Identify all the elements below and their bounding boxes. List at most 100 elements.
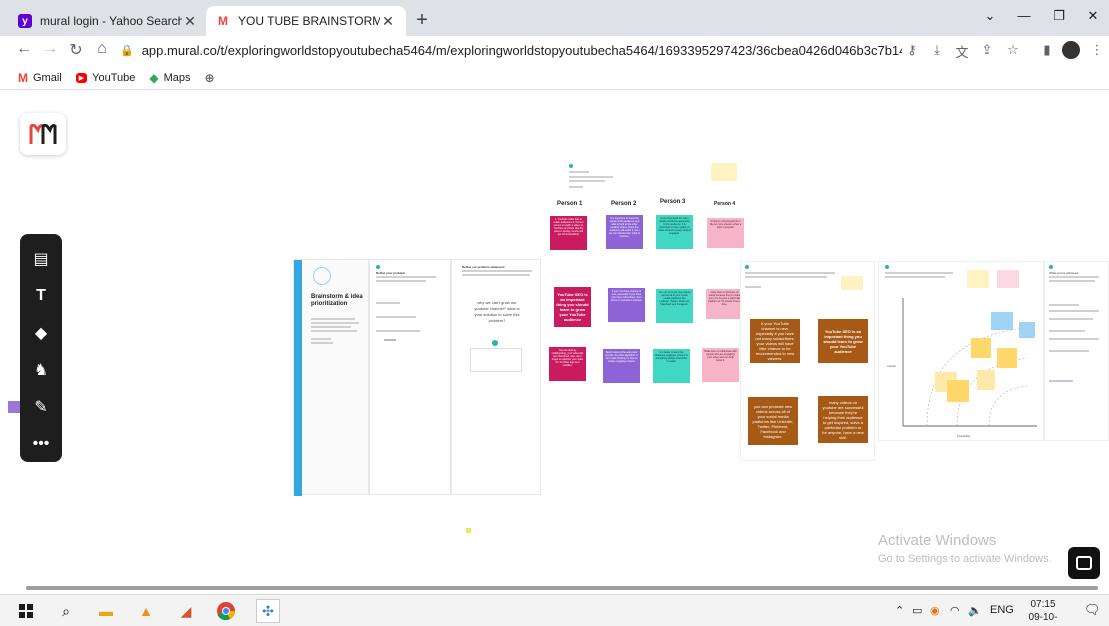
top-instructions — [566, 163, 646, 191]
notification-icon[interactable]: 🗨 — [1084, 602, 1101, 618]
menu-kebab-icon[interactable]: ⋮ — [1088, 42, 1106, 58]
windows-start-icon[interactable] — [14, 599, 38, 623]
url-text: app.mural.co/t/exploringworldstopyoutube… — [141, 42, 902, 58]
person-header: Person 3 — [660, 199, 686, 205]
system-clock[interactable]: 07:15 09-10-2023 — [1018, 598, 1068, 626]
mural-canvas[interactable]: ▤ T ◆ ♞ ✎ ••• · · · · · Brainstorm & ide… — [0, 91, 1109, 581]
close-tab-icon[interactable]: ✕ — [182, 13, 198, 30]
chat-button[interactable] — [1068, 547, 1100, 579]
close-window-icon[interactable]: ✕ — [1083, 8, 1103, 24]
sticky-note-grouped[interactable]: many videos on youtube are successful be… — [818, 396, 868, 443]
home-icon[interactable]: ⌂ — [92, 40, 112, 58]
offscreen-sticky — [8, 401, 20, 413]
sticky-note-grouped[interactable]: YouTube SEO is an important thing you sh… — [818, 319, 868, 363]
sticky-yellow[interactable] — [997, 348, 1017, 368]
forward-icon[interactable]: → — [40, 40, 60, 58]
sticky-note[interactable]: You can start by collaborating, your vid… — [549, 347, 586, 381]
more-icon[interactable]: ••• — [20, 425, 62, 462]
bookmark-maps[interactable]: ◆ Maps — [149, 71, 190, 85]
chrome-icon[interactable] — [214, 599, 238, 623]
bookmark-gmail[interactable]: M Gmail — [18, 71, 62, 85]
translate-icon[interactable]: 文 — [953, 42, 971, 61]
show-hidden-icons[interactable]: ⌃ — [895, 604, 904, 617]
problem-statement-panel[interactable]: Define our problem statement why we can'… — [451, 259, 541, 495]
youtube-icon: ▶ — [75, 72, 88, 83]
template-title: Brainstorm & idea prioritization — [311, 294, 363, 307]
file-explorer-icon[interactable]: ▬ — [94, 599, 118, 623]
matlab-icon[interactable]: ◢ — [174, 599, 198, 623]
sticky-note[interactable]: make them to promote on social because t… — [706, 289, 743, 319]
template-intro-panel[interactable]: Brainstorm & idea prioritization — [293, 259, 369, 496]
reload-icon[interactable]: ↻ — [66, 40, 86, 60]
wifi-icon[interactable]: ◠ — [950, 604, 960, 617]
snipping-icon[interactable]: ✣ — [256, 599, 280, 623]
restore-icon[interactable]: ❐ — [1049, 8, 1069, 24]
problem-statement[interactable]: why we can't grow our youtube channel? w… — [474, 300, 520, 324]
sticky-note[interactable]: It is better to keep the audience engage… — [653, 349, 690, 383]
minimize-icon[interactable]: — — [1014, 8, 1034, 23]
text-icon[interactable]: T — [20, 277, 62, 314]
mural-logo-icon — [29, 123, 57, 144]
sticky-note-icon[interactable]: ▤ — [20, 240, 62, 277]
key-icon[interactable]: ⚷ — [903, 42, 921, 58]
address-bar[interactable]: 🔒 app.mural.co/t/exploringworldstopyoutu… — [120, 38, 1040, 62]
define-problem-panel[interactable]: Define your problem — [369, 259, 451, 495]
profile-avatar[interactable] — [1062, 41, 1080, 59]
search-icon[interactable]: ⌕ — [54, 599, 78, 623]
sticky-note[interactable]: It is important to know the needs of the… — [606, 215, 643, 249]
sticky-yellow[interactable] — [967, 270, 989, 288]
bookmark-star-icon[interactable]: ☆ — [1004, 42, 1022, 58]
shapes-icon[interactable]: ◆ — [20, 314, 62, 351]
bookmarks-bar: M Gmail ▶ YouTube ◆ Maps ⊕ — [0, 66, 1109, 90]
activate-subtitle: Go to Settings to activate Windows. — [878, 553, 1052, 565]
mural-logo[interactable] — [20, 113, 66, 155]
sticky-note[interactable]: Good thumbnail for video quality should … — [656, 215, 693, 249]
lock-icon: 🔒 — [120, 44, 134, 57]
sticky-note[interactable]: Best to look at the well-rated and the Y… — [603, 349, 640, 383]
avast-icon[interactable]: ◉ — [930, 604, 940, 617]
next-steps-panel[interactable]: What you've achieved — [1044, 261, 1109, 441]
sticky-yellow[interactable] — [947, 380, 969, 402]
sticky-note[interactable]: YouTube SEO is an important thing you sh… — [554, 287, 591, 327]
share-icon[interactable]: ⇪ — [978, 42, 996, 58]
sticky-note-grouped[interactable]: you can promote new videos across all of… — [748, 397, 798, 445]
sticky-blue[interactable] — [1019, 322, 1035, 338]
close-tab-icon[interactable]: ✕ — [380, 13, 396, 30]
bookmark-youtube[interactable]: ▶ YouTube — [75, 72, 135, 84]
sticky-yellow[interactable] — [971, 338, 991, 358]
maps-icon: ◆ — [149, 70, 159, 85]
globe-icon: ⊕ — [204, 70, 215, 85]
pen-icon[interactable]: ✎ — [20, 388, 62, 425]
new-tab-icon[interactable]: + — [412, 9, 432, 32]
sticky-note-grouped[interactable]: If your YouTube channel is new, especial… — [750, 319, 800, 363]
sticky-note[interactable]: Properly using keywords in title so more… — [707, 218, 744, 248]
language-indicator[interactable]: ENG — [990, 604, 1014, 616]
tab-mural[interactable]: M YOU TUBE BRAINSTORM • Explo ✕ — [206, 6, 406, 36]
vlc-icon[interactable]: ▲ — [134, 599, 158, 623]
volume-icon[interactable]: 🔈 — [968, 604, 982, 617]
sticky-pink[interactable] — [997, 270, 1019, 288]
sticky-note[interactable]: Make sure to collaborate with people who… — [702, 348, 739, 382]
bookmark-globe[interactable]: ⊕ — [205, 71, 215, 85]
sticky-note[interactable]: 1. YouTube video fails to retain audienc… — [550, 216, 587, 250]
sticky-blue[interactable] — [991, 312, 1013, 330]
tab-search-chevron-icon[interactable]: ⌄ — [980, 8, 1000, 24]
tab-yahoo-search[interactable]: y mural login - Yahoo Search Resu ✕ — [8, 6, 208, 36]
sticky-yellow[interactable] — [841, 276, 863, 290]
back-icon[interactable]: ← — [14, 40, 34, 58]
sticky-yellow[interactable] — [711, 163, 737, 181]
gmail-icon: M — [18, 70, 28, 85]
template-caption: · · · · · — [334, 154, 343, 158]
sticky-note[interactable]: You can promote new videos across all of… — [656, 289, 693, 323]
horizontal-scrollbar[interactable] — [26, 586, 1098, 590]
install-icon[interactable]: ⤓ — [928, 42, 946, 58]
prioritization-panel[interactable]: Impact Feasibility — [878, 261, 1044, 441]
sticky-note[interactable]: If your YouTube channel is new, especial… — [608, 288, 645, 322]
toolbox: ▤ T ◆ ♞ ✎ ••• — [20, 234, 62, 462]
animal-icon[interactable]: ♞ — [20, 351, 62, 388]
activate-title: Activate Windows — [878, 532, 997, 549]
yahoo-icon: y — [18, 14, 32, 28]
sidepanel-icon[interactable]: ▮ — [1038, 42, 1056, 58]
sticky-yellow[interactable] — [977, 370, 995, 390]
battery-icon[interactable]: ▭ — [912, 604, 922, 617]
